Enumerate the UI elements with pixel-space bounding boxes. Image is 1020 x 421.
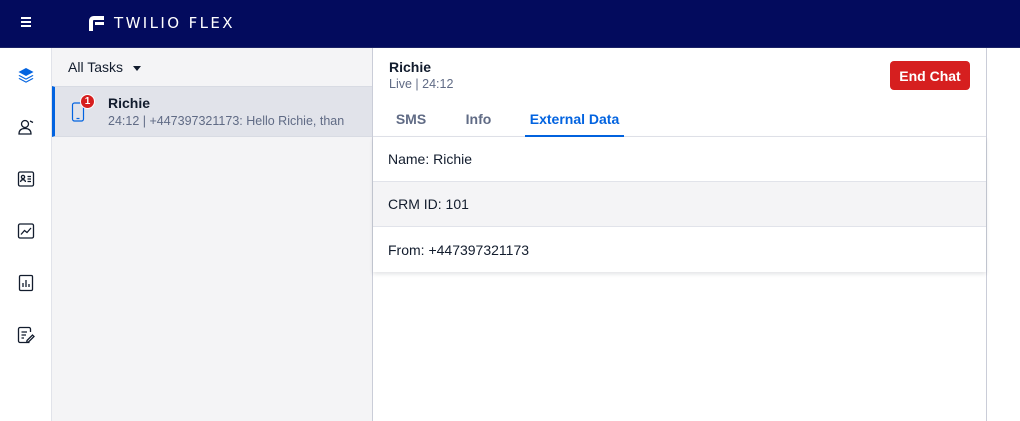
tab-external-data[interactable]: External Data (525, 104, 624, 137)
nav-analytics[interactable] (14, 219, 38, 243)
menu-icon[interactable] (18, 15, 34, 31)
agents-icon (18, 119, 34, 135)
caret-down-icon (132, 65, 141, 71)
brand: TWILIO FLEX (88, 13, 235, 33)
task-filter-label: All Tasks (68, 59, 123, 75)
data-row: CRM ID: 101 (373, 182, 986, 227)
nav-teams[interactable] (14, 115, 38, 139)
task-name: Richie (108, 95, 151, 111)
unread-badge: 1 (80, 94, 95, 109)
task-filter-dropdown[interactable]: All Tasks (52, 48, 372, 86)
customer-name: Richie (389, 59, 432, 75)
reports-icon (18, 274, 34, 292)
data-row: Name: Richie (373, 137, 986, 182)
side-nav (0, 48, 52, 421)
tab-sms[interactable]: SMS (389, 104, 433, 137)
nav-directory[interactable] (14, 167, 38, 191)
tab-info[interactable]: Info (459, 104, 498, 137)
task-subtitle: 24:12 | +447397321173: Hello Richie, tha… (108, 114, 345, 128)
data-row: From: +447397321173 (388, 241, 530, 258)
flex-logo-icon (89, 15, 104, 31)
task-detail-panel: Richie Live | 24:12 End Chat SMS Info Ex… (373, 48, 987, 421)
analytics-icon (17, 223, 35, 239)
nav-agent-desktop[interactable] (14, 63, 38, 87)
layers-icon (18, 68, 34, 83)
nav-quality[interactable] (14, 323, 38, 347)
top-bar: TWILIO FLEX (0, 0, 1020, 48)
brand-name: TWILIO FLEX (114, 14, 235, 32)
tab-bar: SMS Info External Data (373, 104, 986, 137)
quality-icon (17, 326, 35, 344)
task-item[interactable]: 1 Richie 24:12 | +447397321173: Hello Ri… (52, 86, 372, 137)
external-data-list: Name: Richie CRM ID: 101 From: +44739732… (373, 137, 986, 272)
task-status: Live | 24:12 (389, 77, 454, 91)
nav-reports[interactable] (14, 271, 38, 295)
directory-icon (17, 171, 35, 187)
end-chat-button[interactable]: End Chat (890, 61, 970, 90)
task-list-panel: All Tasks 1 Richie 24:12 | +447397321173… (52, 48, 373, 421)
